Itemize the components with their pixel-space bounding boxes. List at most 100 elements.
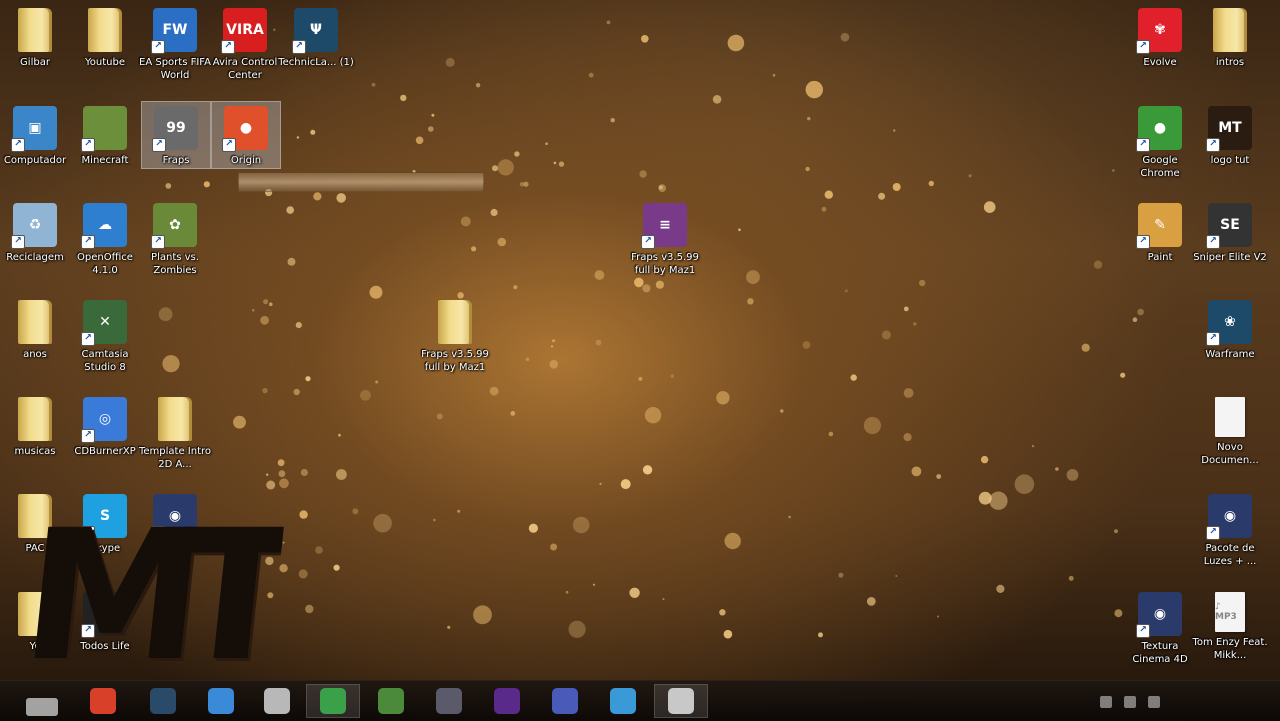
- wallpaper-sparkle: [433, 518, 436, 522]
- desktop-icon-plants[interactable]: ✿ ↗ Plants vs. Zombies: [141, 199, 209, 289]
- rename-textbox[interactable]: [238, 172, 484, 192]
- start-button[interactable]: [26, 698, 58, 716]
- desktop-icon-lixeira[interactable]: ♻ ↗ Reciclagem: [1, 199, 69, 289]
- wallpaper-sparkle: [588, 72, 594, 78]
- desktop-icon-evolve[interactable]: ✾ ↗ Evolve: [1126, 4, 1194, 94]
- wallpaper-sparkle: [514, 151, 520, 157]
- taskbar-button-premiere[interactable]: [480, 684, 534, 718]
- wallpaper-sparkle: [315, 546, 323, 554]
- desktop-icon-template[interactable]: Template Intro 2D A...: [139, 393, 211, 483]
- taskbar-button-app[interactable]: [250, 684, 304, 718]
- desktop-icon-label: Warframe: [1205, 349, 1255, 360]
- shortcut-arrow-icon: ↗: [81, 332, 95, 346]
- wallpaper-sparkle: [457, 509, 461, 513]
- wallpaper-sparkle: [818, 632, 823, 638]
- shortcut-arrow-icon: ↗: [151, 235, 165, 249]
- desktop-icon-chrome[interactable]: ● ↗ Google Chrome: [1126, 102, 1194, 192]
- taskbar-button-explorer[interactable]: [194, 684, 248, 718]
- taskbar-button-steam[interactable]: [422, 684, 476, 718]
- desktop-icon-logo-tut[interactable]: MT ↗ logo tut: [1196, 102, 1264, 192]
- wallpaper-sparkle: [336, 469, 347, 480]
- wallpaper-sparkle: [489, 386, 499, 396]
- desktop-icon-fraps[interactable]: 99 ↗ Fraps: [141, 101, 211, 169]
- wallpaper-sparkle: [296, 136, 300, 139]
- desktop-icon-intros[interactable]: intros: [1196, 4, 1264, 94]
- desktop-icon-pacote-luzes[interactable]: ◉ ↗ Pacote de Luzes + ...: [1196, 490, 1264, 580]
- wallpaper-sparkle: [840, 32, 850, 42]
- taskbar-button-camtasia[interactable]: [654, 684, 708, 718]
- tray-network-icon[interactable]: [1100, 696, 1112, 708]
- mt-watermark-logo: MT: [15, 522, 282, 680]
- wallpaper-sparkle: [629, 587, 640, 598]
- wallpaper-sparkle: [299, 510, 308, 519]
- wallpaper-sparkle: [233, 415, 246, 429]
- desktop-icon-avira[interactable]: VIRA ↗ Avira Control Center: [211, 4, 279, 94]
- desktop-icon-technic[interactable]: Ψ ↗ TechnicLa... (1): [278, 4, 354, 94]
- taskbar-button-minecraft[interactable]: [364, 684, 418, 718]
- fraps-folder-icon: [438, 300, 472, 344]
- desktop-icon-label: Evolve: [1143, 57, 1177, 68]
- wallpaper-sparkle: [1120, 372, 1126, 378]
- wallpaper-sparkle: [260, 315, 269, 325]
- desktop-icon-label: Avira Control Center: [212, 57, 278, 81]
- desktop-icon-warframe[interactable]: ❀ ↗ Warframe: [1196, 296, 1264, 386]
- wallpaper-sparkle: [282, 541, 285, 544]
- desktop-icon-camtasia[interactable]: ✕ ↗ Camtasia Studio 8: [71, 296, 139, 386]
- wallpaper-sparkle: [471, 246, 477, 252]
- tray-flag-icon[interactable]: [1148, 696, 1160, 708]
- tb-explorer-icon: [208, 688, 234, 714]
- wallpaper-sparkle: [262, 387, 268, 394]
- desktop[interactable]: Gilbar Youtube FW ↗ EA Sports FIFA World V…: [0, 0, 1280, 680]
- wallpaper-sparkle: [313, 192, 322, 201]
- wallpaper-sparkle: [305, 604, 314, 614]
- desktop-icon-novo-doc[interactable]: Novo Documen...: [1196, 393, 1264, 483]
- wallpaper-sparkle: [980, 455, 989, 464]
- desktop-icon-cdburner[interactable]: ◎ ↗ CDBurnerXP: [71, 393, 139, 483]
- desktop-icon-youtube[interactable]: Youtube: [71, 4, 139, 94]
- desktop-icon-origin[interactable]: ● ↗ Origin: [211, 101, 281, 169]
- wallpaper-sparkle: [821, 206, 827, 212]
- desktop-icon-sniper[interactable]: SE ↗ Sniper Elite V2: [1193, 199, 1267, 289]
- winrar-icon: ≡ ↗: [641, 203, 687, 249]
- wallpaper-sparkle: [572, 516, 590, 534]
- desktop-icon-anos[interactable]: anos: [1, 296, 69, 386]
- shortcut-arrow-icon: ↗: [81, 138, 95, 152]
- desktop-icon-musicas[interactable]: musicas: [1, 393, 69, 483]
- taskbar-button-paint[interactable]: [596, 684, 650, 718]
- desktop-icon-ea-fifa[interactable]: FW ↗ EA Sports FIFA World: [139, 4, 211, 94]
- desktop-icon-tom-enzy[interactable]: ♪ MP3 Tom Enzy Feat. Mikk...: [1192, 588, 1268, 678]
- desktop-icon-label: intros: [1215, 57, 1245, 68]
- desktop-icon-label: Origin: [230, 155, 262, 166]
- wallpaper-sparkle: [620, 479, 631, 490]
- desktop-icon-openoffice[interactable]: ☁ ↗ OpenOffice 4.1.0: [71, 199, 139, 289]
- system-tray[interactable]: [1100, 692, 1160, 712]
- shortcut-arrow-icon: ↗: [11, 235, 25, 249]
- desktop-icon-label: Plants vs. Zombies: [151, 252, 199, 276]
- warframe-icon: ❀ ↗: [1206, 300, 1252, 346]
- desktop-icon-fraps-folder[interactable]: Fraps v3.5.99 full by Maz1: [421, 296, 489, 386]
- tray-volume-icon[interactable]: [1124, 696, 1136, 708]
- desktop-icon-label: musicas: [14, 446, 56, 457]
- desktop-icon-label: Computador: [3, 155, 67, 166]
- wallpaper-sparkle: [658, 184, 667, 193]
- wallpaper-sparkle: [881, 330, 891, 340]
- chrome-icon: ● ↗: [1136, 106, 1182, 152]
- desktop-icon-minecraft[interactable]: ↗ Minecraft: [71, 102, 139, 192]
- wallpaper-sparkle: [545, 142, 548, 145]
- taskbar-button-chrome[interactable]: [306, 684, 360, 718]
- taskbar-button-cmd[interactable]: [136, 684, 190, 718]
- shortcut-arrow-icon: ↗: [1136, 40, 1150, 54]
- desktop-icon-gilbar[interactable]: Gilbar: [1, 4, 69, 94]
- gilbar-icon: [18, 8, 52, 52]
- taskbar-button-discord[interactable]: [538, 684, 592, 718]
- textura-c4d-icon: ◉ ↗: [1136, 592, 1182, 638]
- desktop-icon-textura-c4d[interactable]: ◉ ↗ Textura Cinema 4D: [1126, 588, 1194, 678]
- desktop-icon-winrar[interactable]: ≡ ↗ Fraps v3.5.99 full by Maz1: [631, 199, 699, 289]
- wallpaper-sparkle: [828, 431, 834, 437]
- wallpaper-sparkle: [1114, 529, 1118, 534]
- taskbar-button-origin[interactable]: [76, 684, 130, 718]
- computador-icon: ▣ ↗: [11, 106, 57, 152]
- desktop-icon-computador[interactable]: ▣ ↗ Computador: [1, 102, 69, 192]
- desktop-icon-paint[interactable]: ✎ ↗ Paint: [1126, 199, 1194, 289]
- wallpaper-sparkle: [492, 165, 498, 172]
